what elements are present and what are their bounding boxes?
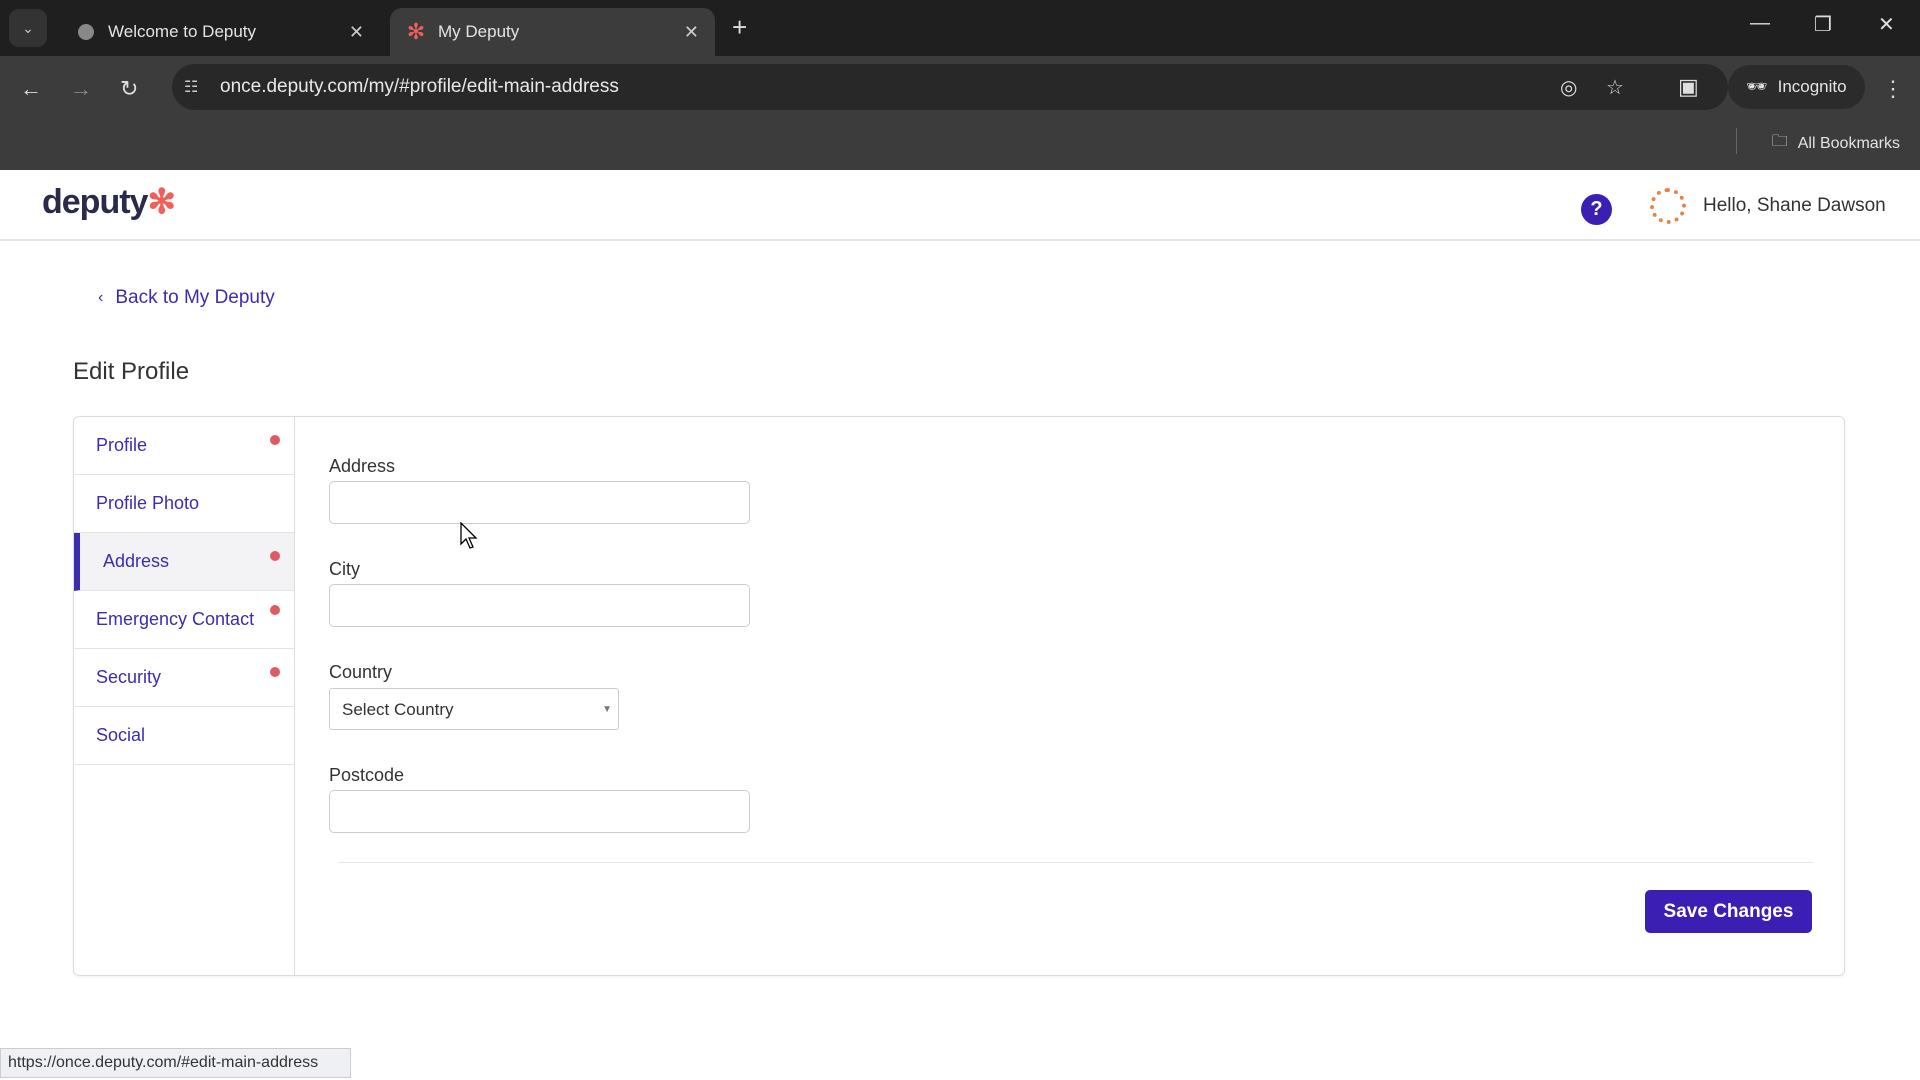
minimize-icon[interactable]: — — [1750, 12, 1770, 35]
status-bar-url: https://once.deputy.com/#edit-main-addre… — [0, 1048, 351, 1078]
star-icon[interactable]: ☆ — [1606, 75, 1624, 100]
url-text: once.deputy.com/my/#profile/edit-main-ad… — [220, 76, 619, 97]
sidebar-item-address[interactable]: Address — [74, 533, 294, 591]
status-dot — [270, 667, 280, 677]
address-bar[interactable]: ☷ once.deputy.com/my/#profile/edit-main-… — [172, 64, 1728, 110]
sidebar-item-label: Profile Photo — [96, 493, 200, 513]
divider — [1736, 128, 1737, 154]
status-dot — [270, 435, 280, 445]
back-link[interactable]: ‹ Back to My Deputy — [98, 287, 275, 309]
browser-toolbar: ← → ↻ ☷ once.deputy.com/my/#profile/edit… — [0, 56, 1920, 170]
country-select[interactable]: Select Country ▼ — [329, 688, 619, 730]
sidebar-item-label: Social — [96, 725, 146, 745]
sidebar-item-emergency-contact[interactable]: Emergency Contact — [74, 591, 294, 649]
sidebar-item-label: Profile — [96, 435, 148, 455]
incognito-icon: 🕶 — [1746, 77, 1768, 96]
sidebar-item-label: Security — [96, 667, 162, 687]
address-input[interactable] — [329, 481, 750, 524]
user-greeting[interactable]: Hello, Shane Dawson — [1703, 195, 1886, 217]
sidebar-item-profile-photo[interactable]: Profile Photo — [74, 475, 294, 533]
tab-my-deputy[interactable]: ✻ My Deputy ✕ — [390, 8, 715, 56]
reload-icon[interactable]: ↻ — [120, 76, 138, 102]
form-divider — [338, 862, 1813, 863]
status-dot — [270, 605, 280, 615]
postcode-label: Postcode — [329, 765, 405, 785]
new-tab-icon[interactable]: + — [732, 12, 747, 43]
save-changes-button[interactable]: Save Changes — [1645, 890, 1812, 933]
address-label: Address — [329, 456, 396, 476]
deputy-icon: ✻ — [406, 19, 426, 44]
all-bookmarks[interactable]: 🗀 All Bookmarks — [1772, 130, 1900, 157]
side-panel-icon[interactable]: ▣ — [1678, 74, 1699, 100]
avatar[interactable] — [1650, 188, 1686, 224]
sidebar-item-label: Emergency Contact — [96, 609, 255, 629]
incognito-badge[interactable]: 🕶 Incognito — [1728, 65, 1865, 109]
incognito-label: Incognito — [1777, 77, 1847, 96]
tab-title: Welcome to Deputy — [108, 22, 257, 41]
restore-icon[interactable]: ❐ — [1814, 12, 1832, 37]
page-title: Edit Profile — [73, 358, 190, 385]
postcode-input[interactable] — [329, 790, 750, 833]
back-icon[interactable]: ← — [20, 76, 42, 102]
help-icon[interactable]: ? — [1581, 194, 1612, 225]
back-link-label: Back to My Deputy — [115, 287, 275, 308]
status-dot — [270, 551, 280, 561]
tab-title: My Deputy — [438, 22, 520, 41]
dropdown-arrow-icon: ▼ — [602, 704, 612, 715]
bookmarks-label: All Bookmarks — [1797, 134, 1900, 152]
city-label: City — [329, 559, 360, 579]
city-input[interactable] — [329, 584, 750, 627]
close-tab-icon[interactable]: ✕ — [349, 22, 364, 43]
edit-profile-card: Profile Profile Photo Address Emergency … — [73, 416, 1845, 976]
deputy-logo[interactable]: deputy✻ — [42, 182, 176, 222]
profile-sidebar: Profile Profile Photo Address Emergency … — [74, 417, 295, 975]
eye-off-icon[interactable]: ◎ — [1560, 75, 1577, 100]
chevron-left-icon: ‹ — [98, 289, 104, 306]
menu-icon[interactable]: ⋮ — [1882, 76, 1904, 102]
app-header: deputy✻ ? Hello, Shane Dawson — [0, 170, 1920, 241]
browser-tab-bar: ⌄ Welcome to Deputy ✕ ✻ My Deputy ✕ + — … — [0, 0, 1920, 56]
tab-welcome[interactable]: Welcome to Deputy ✕ — [60, 8, 380, 56]
close-window-icon[interactable]: ✕ — [1878, 12, 1895, 37]
sidebar-item-profile[interactable]: Profile — [74, 417, 294, 475]
sidebar-item-security[interactable]: Security — [74, 649, 294, 707]
sidebar-item-label: Address — [103, 551, 170, 571]
mouse-cursor-icon — [460, 521, 478, 555]
forward-icon[interactable]: → — [70, 76, 92, 102]
country-label: Country — [329, 662, 393, 682]
tab-search-button[interactable]: ⌄ — [9, 9, 47, 47]
site-settings-icon[interactable]: ☷ — [184, 77, 198, 97]
country-selected-value: Select Country — [342, 700, 454, 719]
close-tab-icon[interactable]: ✕ — [684, 22, 699, 43]
folder-icon: 🗀 — [1771, 133, 1788, 150]
globe-icon — [76, 22, 96, 42]
sidebar-item-social[interactable]: Social — [74, 707, 294, 765]
